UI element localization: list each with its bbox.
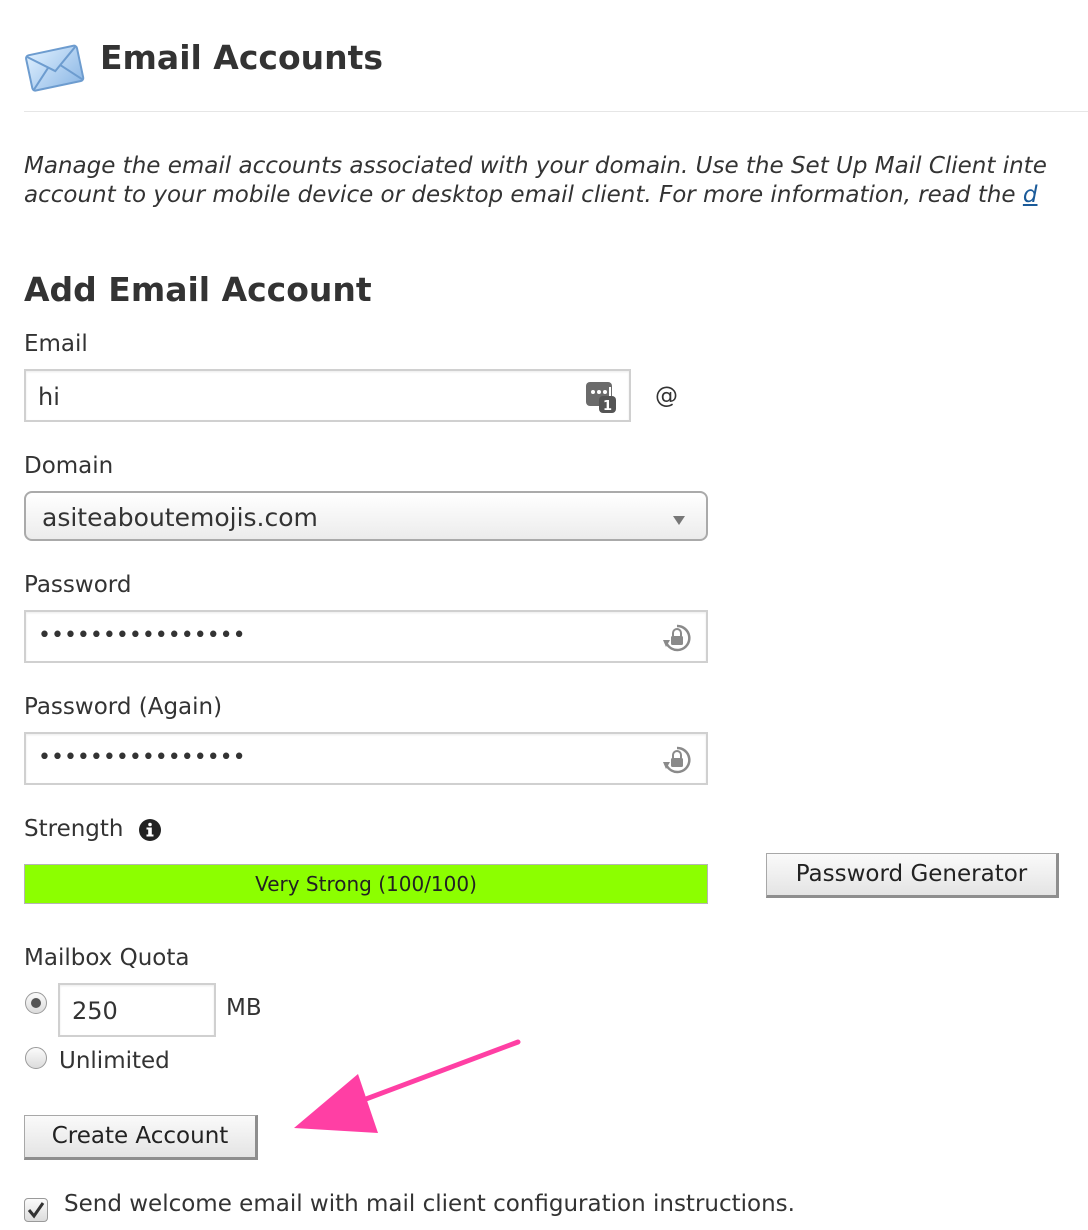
strength-label: Strength: [24, 816, 124, 842]
password-manager-icon[interactable]: 1: [584, 380, 618, 414]
password-input-value: ••••••••••••••••: [38, 623, 246, 648]
quota-limited-radio[interactable]: [25, 992, 47, 1014]
welcome-email-label[interactable]: Send welcome email with mail client conf…: [64, 1191, 795, 1217]
create-account-button[interactable]: Create Account: [24, 1115, 258, 1160]
email-input[interactable]: hi 1: [24, 369, 631, 422]
email-label: Email: [24, 331, 88, 357]
unlimited-label[interactable]: Unlimited: [59, 1048, 170, 1074]
page-description: Manage the email accounts associated wit…: [24, 152, 1088, 210]
quota-unlimited-radio[interactable]: [25, 1047, 47, 1069]
quota-input[interactable]: 250: [58, 983, 216, 1037]
domain-label: Domain: [24, 453, 114, 479]
checkmark-icon: [27, 1202, 45, 1219]
password-label: Password: [24, 572, 132, 598]
mailbox-quota-label: Mailbox Quota: [24, 945, 190, 971]
lock-refresh-icon[interactable]: [662, 623, 692, 653]
description-line-1: Manage the email accounts associated wit…: [24, 153, 1047, 179]
envelope-icon: [24, 38, 86, 92]
radio-selected-dot: [31, 998, 41, 1008]
quota-input-value: 250: [72, 997, 118, 1025]
welcome-email-checkbox[interactable]: [24, 1198, 48, 1222]
strength-meter-text: Very Strong (100/100): [255, 872, 477, 896]
password-again-input-value: ••••••••••••••••: [38, 745, 246, 770]
password-again-input[interactable]: ••••••••••••••••: [24, 732, 708, 785]
page-title: Email Accounts: [100, 38, 384, 77]
documentation-link[interactable]: d: [1023, 182, 1038, 208]
password-again-label: Password (Again): [24, 694, 223, 720]
domain-select[interactable]: asiteaboutemojis.com: [24, 491, 708, 541]
annotation-arrow: [294, 1039, 521, 1133]
password-generator-button[interactable]: Password Generator: [766, 853, 1059, 898]
description-line-2-text: account to your mobile device or desktop…: [24, 182, 1023, 208]
info-icon[interactable]: [138, 818, 162, 842]
strength-meter: Very Strong (100/100): [24, 864, 708, 904]
svg-text:1: 1: [603, 399, 612, 414]
description-line-2: account to your mobile device or desktop…: [24, 181, 1088, 210]
header-divider: [24, 111, 1088, 112]
quota-unit: MB: [226, 995, 262, 1021]
password-input[interactable]: ••••••••••••••••: [24, 610, 708, 663]
at-sign: @: [655, 383, 678, 409]
section-title: Add Email Account: [24, 270, 372, 309]
lock-refresh-icon[interactable]: [662, 745, 692, 775]
email-input-value: hi: [38, 383, 60, 411]
domain-select-value: asiteaboutemojis.com: [42, 503, 318, 532]
chevron-down-icon: [672, 511, 686, 525]
